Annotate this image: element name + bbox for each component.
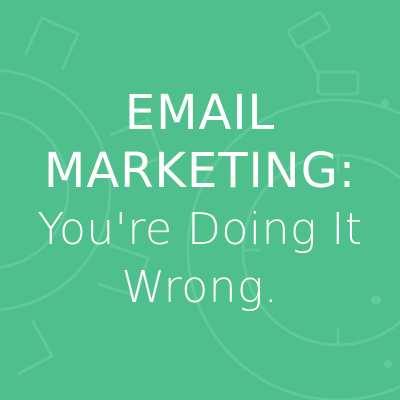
headline-line-4: Wrong. (121, 262, 279, 313)
promo-graphic: EMAIL MARKETING: You're Doing It Wrong. (0, 0, 400, 400)
headline-line-3: You're Doing It (37, 204, 363, 255)
headline-line-1: EMAIL (124, 85, 276, 141)
headline: EMAIL MARKETING: You're Doing It Wrong. (0, 84, 400, 317)
headline-line-2: MARKETING: (43, 143, 357, 199)
